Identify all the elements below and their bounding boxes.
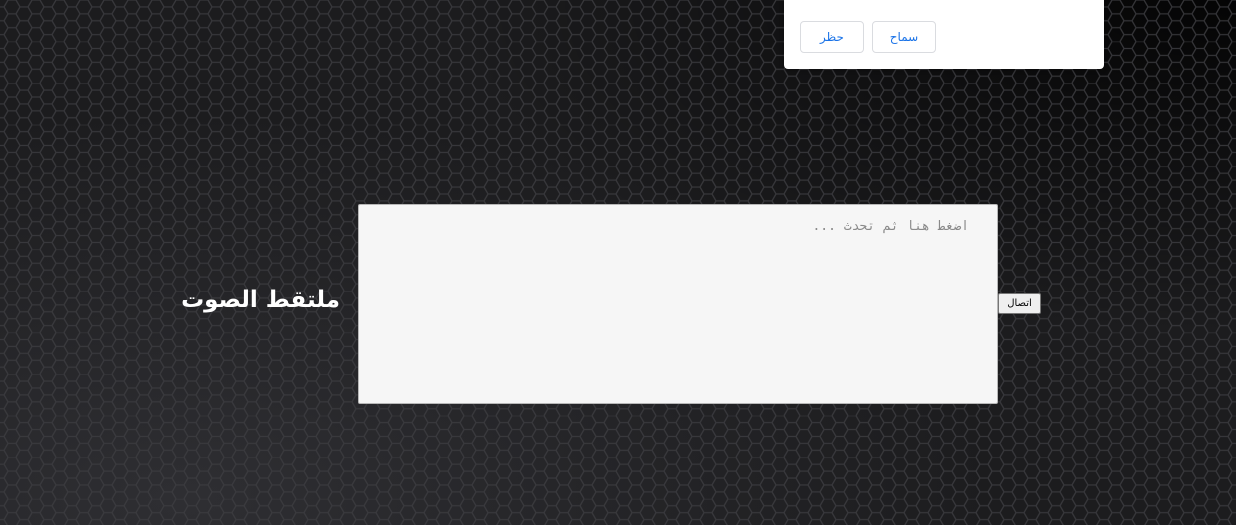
connect-button[interactable]: اتصال <box>998 293 1041 314</box>
block-button[interactable]: حظر <box>800 21 864 53</box>
speech-input[interactable] <box>358 204 998 404</box>
allow-button[interactable]: سماح <box>872 21 936 53</box>
permission-popup: سماح حظر <box>784 0 1104 69</box>
page-title: ملتقط الصوت <box>181 287 340 313</box>
